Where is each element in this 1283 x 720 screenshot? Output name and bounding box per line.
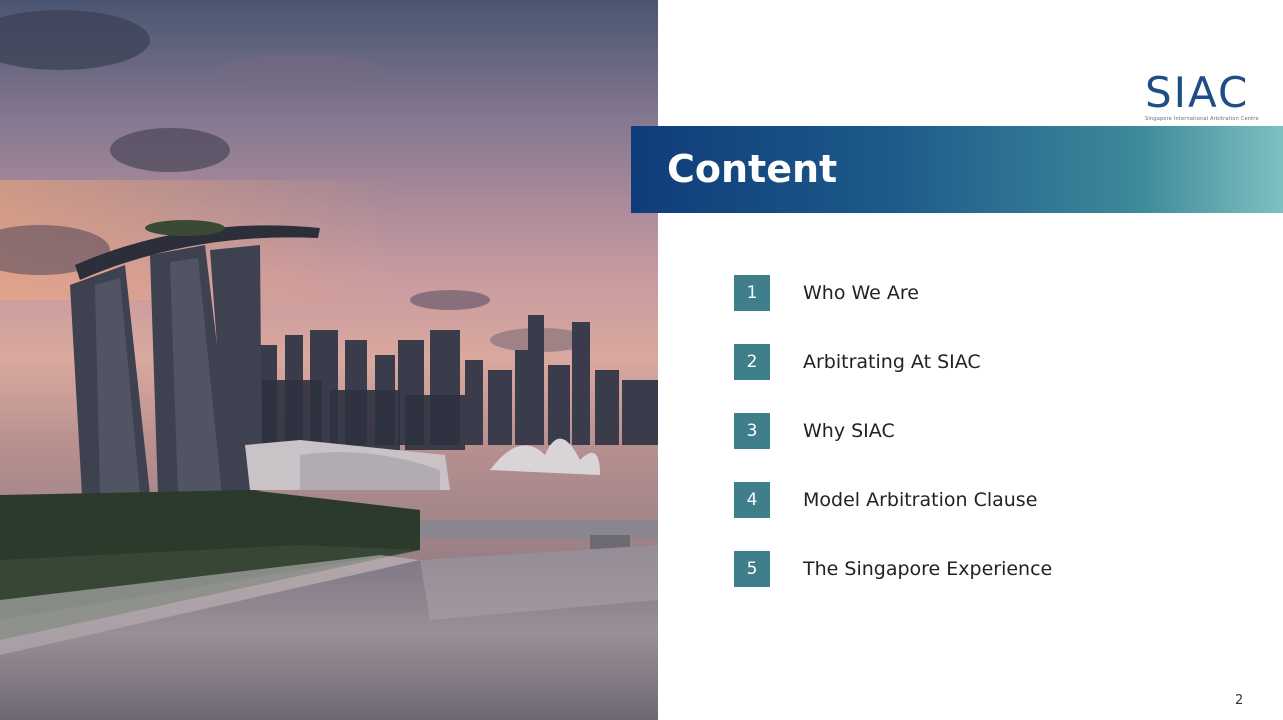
slide: SIAC Singapore International Arbitration… xyxy=(0,0,1283,720)
agenda-item-label: Model Arbitration Clause xyxy=(803,489,1038,511)
logo-subtitle: Singapore International Arbitration Cent… xyxy=(1145,116,1259,122)
agenda-number-badge: 2 xyxy=(734,344,770,380)
agenda-item: 1 Who We Are xyxy=(734,275,1254,311)
agenda-list: 1 Who We Are 2 Arbitrating At SIAC 3 Why… xyxy=(734,275,1254,620)
agenda-number-badge: 4 xyxy=(734,482,770,518)
agenda-number-badge: 5 xyxy=(734,551,770,587)
agenda-item-label: The Singapore Experience xyxy=(803,558,1053,580)
slide-title: Content xyxy=(667,147,838,191)
agenda-item-label: Who We Are xyxy=(803,282,919,304)
agenda-item: 4 Model Arbitration Clause xyxy=(734,482,1254,518)
agenda-item-label: Arbitrating At SIAC xyxy=(803,351,981,373)
title-banner: Content xyxy=(631,126,1283,213)
agenda-number-badge: 3 xyxy=(734,413,770,449)
page-number: 2 xyxy=(1235,693,1244,708)
logo-wordmark: SIAC xyxy=(1145,68,1250,117)
agenda-item: 3 Why SIAC xyxy=(734,413,1254,449)
agenda-number-badge: 1 xyxy=(734,275,770,311)
agenda-item: 5 The Singapore Experience xyxy=(734,551,1254,587)
siac-logo: SIAC Singapore International Arbitration… xyxy=(1145,68,1265,123)
agenda-item-label: Why SIAC xyxy=(803,420,895,442)
agenda-item: 2 Arbitrating At SIAC xyxy=(734,344,1254,380)
skyline-photo xyxy=(0,0,658,720)
